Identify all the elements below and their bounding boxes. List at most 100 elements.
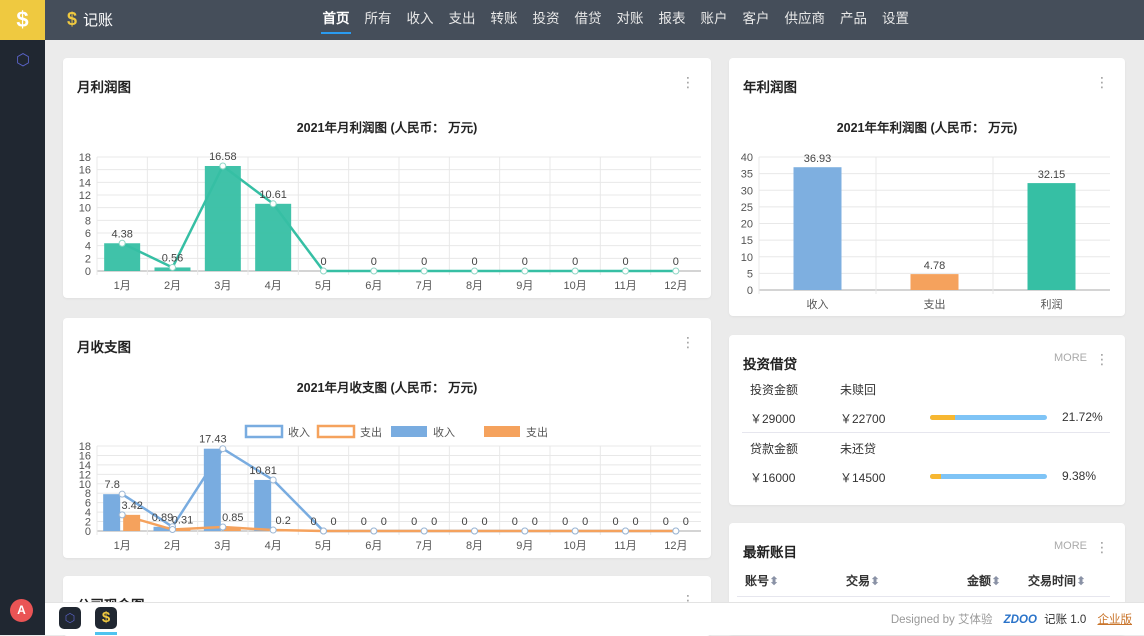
column-header[interactable]: 账号⬍	[745, 572, 779, 589]
monthly-inout-chart: 0246810121416181月 2月 3月 4月 5月 6月 7月 8月 9月 10月 11月 1…	[79, 424, 701, 552]
data-point	[521, 527, 529, 535]
x-tick-label: 收入	[807, 297, 829, 311]
data-label: 0	[320, 256, 326, 268]
y-tick-label: 40	[741, 152, 753, 164]
y-tick-label: 10	[79, 203, 91, 215]
legend-swatch	[391, 426, 427, 437]
data-label: 16.58	[209, 151, 237, 163]
edition-link[interactable]: 企业版	[1098, 614, 1133, 626]
data-label: 0	[431, 516, 437, 528]
more-menu-icon[interactable]: ⋮	[1095, 351, 1109, 368]
more-link[interactable]: MORE	[1054, 540, 1087, 552]
nav-item[interactable]: 设置	[875, 0, 917, 38]
nav-item[interactable]: 产品	[833, 0, 875, 38]
x-tick-label: 4月	[265, 540, 282, 552]
more-link[interactable]: MORE	[1054, 352, 1087, 364]
y-tick-label: 0	[85, 266, 91, 278]
data-label: 0.85	[222, 512, 243, 524]
data-point	[471, 267, 478, 275]
data-label: 0.31	[172, 515, 193, 527]
y-tick-label: 4	[85, 241, 91, 253]
sort-icon: ⬍	[1076, 574, 1087, 588]
nav-item[interactable]: 对账	[609, 0, 651, 38]
dollar-app-icon[interactable]: $	[95, 607, 117, 629]
data-point	[370, 527, 378, 535]
data-point	[219, 523, 227, 531]
data-label: 7.8	[105, 479, 120, 491]
x-tick-label: 1月	[114, 540, 131, 552]
x-tick-label: 3月	[214, 280, 231, 292]
data-label: 0	[673, 256, 679, 268]
y-tick-label: 12	[79, 190, 91, 202]
column-label: 金额	[967, 574, 992, 588]
data-label: 0	[683, 516, 689, 528]
app-logo[interactable]: $	[0, 0, 45, 40]
x-tick-label: 5月	[315, 540, 332, 552]
x-tick-label: 8月	[466, 540, 483, 552]
nav-item[interactable]: 转账	[483, 0, 525, 38]
nav-item[interactable]: 所有	[357, 0, 399, 38]
main-nav: 首页 所有 收入 支出 转账 投资 借贷 对账 报表 账户 客户 供应商 产品 设置	[315, 0, 917, 38]
nav-item[interactable]: 供应商	[777, 0, 833, 38]
bar	[104, 243, 141, 271]
label: 未还贷	[840, 442, 877, 456]
nav-item[interactable]: 收入	[399, 0, 441, 38]
data-point	[420, 527, 428, 535]
nav-item[interactable]: 账户	[693, 0, 735, 38]
x-tick-label: 10月	[564, 540, 587, 552]
data-point	[269, 526, 277, 534]
x-tick-label: 6月	[365, 540, 382, 552]
data-label: 0.2	[276, 515, 291, 527]
data-label: 0	[371, 256, 377, 268]
data-label: 32.15	[1038, 169, 1066, 181]
data-point	[320, 527, 327, 535]
y-tick-label: 5	[747, 268, 753, 280]
x-tick-label: 7月	[416, 540, 433, 552]
column-header[interactable]: 交易时间⬍	[1028, 572, 1086, 589]
y-tick-label: 2	[85, 253, 91, 265]
x-tick-label: 8月	[466, 280, 483, 292]
y-tick-label: 15	[741, 235, 753, 247]
value: ￥29000	[750, 412, 796, 426]
bar	[255, 203, 292, 271]
sort-icon: ⬍	[769, 574, 780, 588]
app-title[interactable]: $ 记账	[67, 0, 113, 40]
nav-item[interactable]: 客户	[735, 0, 777, 38]
hexagon-app-icon[interactable]: ⬡	[59, 607, 81, 629]
label: 贷款金额	[750, 442, 799, 456]
x-tick-label: 9月	[516, 540, 533, 552]
data-point	[622, 267, 629, 275]
data-label: 0	[622, 256, 628, 268]
nav-item[interactable]: 支出	[441, 0, 483, 38]
column-header[interactable]: 金额⬍	[967, 572, 1001, 589]
legend-swatch	[316, 424, 356, 439]
nav-item[interactable]: 首页	[315, 0, 357, 38]
annual-profit-chart: 0 5 10 15 20 25 30 35 40 收入 支出 利润 36.93 4.78 32.15	[741, 152, 1110, 311]
nav-item[interactable]: 报表	[651, 0, 693, 38]
legend-label: 收入	[433, 425, 455, 439]
data-point	[370, 267, 378, 275]
more-menu-icon[interactable]: ⋮	[1095, 539, 1109, 556]
bar	[1027, 183, 1076, 290]
legend-label: 收入	[288, 425, 310, 439]
data-label: 0.89	[152, 512, 173, 524]
nav-item[interactable]: 借贷	[567, 0, 609, 38]
bar	[910, 274, 959, 290]
column-label: 交易时间	[1028, 574, 1077, 588]
label: 未赎回	[840, 383, 877, 397]
avatar[interactable]: A	[10, 599, 33, 622]
monthly-inout-card: 月收支图 ⋮ 2021年月收支图 (人民币： 万元) 0 2 4 6 8 10 12 14 16…	[63, 318, 711, 558]
designed-by: Designed by 艾体验	[890, 614, 993, 626]
data-point	[118, 490, 126, 498]
x-tick-label: 10月	[564, 280, 587, 292]
data-label: 0	[522, 256, 528, 268]
column-header[interactable]: 交易⬍	[846, 572, 880, 589]
invest-loan-card: 投资借贷 MORE ⋮ 投资金额 未赎回 ￥29000 ￥22700 21.72…	[729, 335, 1125, 505]
y-tick-label: 20	[741, 219, 753, 231]
data-label: 3.42	[121, 500, 142, 512]
y-tick-label: 30	[741, 185, 753, 197]
nav-item[interactable]: 投资	[525, 0, 567, 38]
hexagon-icon[interactable]: ⬡	[13, 50, 33, 70]
data-point	[571, 267, 579, 275]
data-label: 0	[481, 516, 487, 528]
